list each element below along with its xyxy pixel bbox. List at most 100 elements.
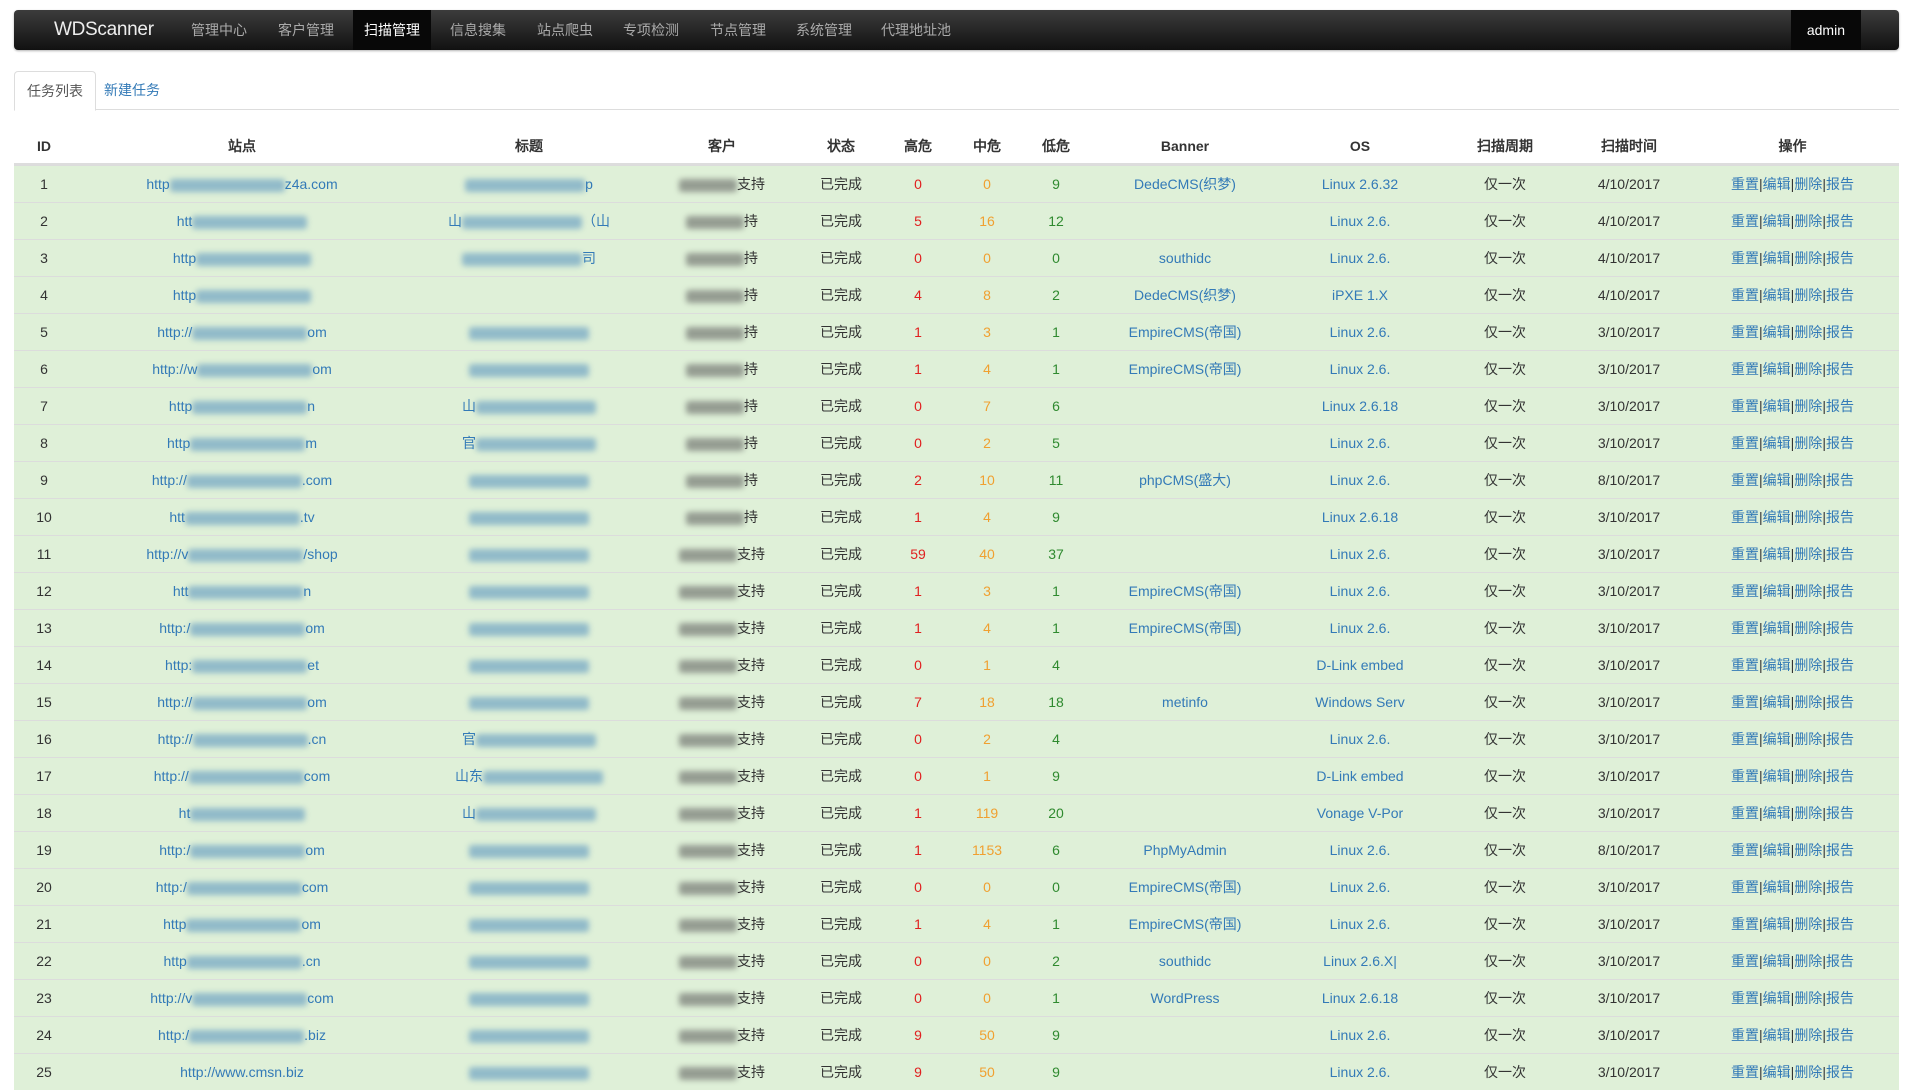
delete-link[interactable]: 删除	[1794, 250, 1822, 266]
delete-link[interactable]: 删除	[1794, 398, 1822, 414]
os-link[interactable]: Linux 2.6.18	[1322, 990, 1398, 1006]
reset-link[interactable]: 重置	[1731, 583, 1759, 599]
os-link[interactable]: Linux 2.6.	[1330, 1064, 1391, 1080]
reset-link[interactable]: 重置	[1731, 990, 1759, 1006]
delete-link[interactable]: 删除	[1794, 694, 1822, 710]
edit-link[interactable]: 编辑	[1763, 213, 1791, 229]
reset-link[interactable]: 重置	[1731, 657, 1759, 673]
banner-link[interactable]: EmpireCMS(帝国)	[1129, 361, 1242, 377]
delete-link[interactable]: 删除	[1794, 287, 1822, 303]
nav-item-6[interactable]: 专项检测	[612, 10, 690, 50]
site-link[interactable]: http:// om	[157, 324, 326, 340]
delete-link[interactable]: 删除	[1794, 472, 1822, 488]
delete-link[interactable]: 删除	[1794, 953, 1822, 969]
report-link[interactable]: 报告	[1826, 842, 1854, 858]
banner-link[interactable]: southidc	[1159, 250, 1211, 266]
os-link[interactable]: Linux 2.6.X|	[1323, 953, 1397, 969]
report-link[interactable]: 报告	[1826, 1064, 1854, 1080]
reset-link[interactable]: 重置	[1731, 1064, 1759, 1080]
report-link[interactable]: 报告	[1826, 620, 1854, 636]
nav-item-3[interactable]: 扫描管理	[353, 10, 431, 50]
site-link[interactable]: http n	[169, 398, 315, 414]
report-link[interactable]: 报告	[1826, 1027, 1854, 1043]
os-link[interactable]: Linux 2.6.	[1330, 731, 1391, 747]
site-link[interactable]: http:/ .biz	[158, 1027, 326, 1043]
reset-link[interactable]: 重置	[1731, 361, 1759, 377]
reset-link[interactable]: 重置	[1731, 509, 1759, 525]
site-link[interactable]: http	[173, 287, 312, 303]
banner-link[interactable]: EmpireCMS(帝国)	[1129, 620, 1242, 636]
nav-item-7[interactable]: 节点管理	[699, 10, 777, 50]
os-link[interactable]: Linux 2.6.	[1330, 842, 1391, 858]
reset-link[interactable]: 重置	[1731, 768, 1759, 784]
reset-link[interactable]: 重置	[1731, 435, 1759, 451]
reset-link[interactable]: 重置	[1731, 250, 1759, 266]
edit-link[interactable]: 编辑	[1763, 435, 1791, 451]
os-link[interactable]: Linux 2.6.32	[1322, 176, 1398, 192]
nav-item-8[interactable]: 系统管理	[785, 10, 863, 50]
report-link[interactable]: 报告	[1826, 250, 1854, 266]
banner-link[interactable]: EmpireCMS(帝国)	[1129, 879, 1242, 895]
delete-link[interactable]: 删除	[1794, 842, 1822, 858]
os-link[interactable]: Windows Serv	[1315, 694, 1404, 710]
report-link[interactable]: 报告	[1826, 768, 1854, 784]
os-link[interactable]: Linux 2.6.	[1330, 213, 1391, 229]
report-link[interactable]: 报告	[1826, 213, 1854, 229]
reset-link[interactable]: 重置	[1731, 805, 1759, 821]
edit-link[interactable]: 编辑	[1763, 1027, 1791, 1043]
report-link[interactable]: 报告	[1826, 176, 1854, 192]
site-link[interactable]: http://w om	[152, 361, 332, 377]
banner-link[interactable]: phpCMS(盛大)	[1139, 472, 1231, 488]
banner-link[interactable]: EmpireCMS(帝国)	[1129, 324, 1242, 340]
delete-link[interactable]: 删除	[1794, 916, 1822, 932]
report-link[interactable]: 报告	[1826, 990, 1854, 1006]
nav-item-2[interactable]: 客户管理	[267, 10, 345, 50]
edit-link[interactable]: 编辑	[1763, 1064, 1791, 1080]
edit-link[interactable]: 编辑	[1763, 842, 1791, 858]
banner-link[interactable]: PhpMyAdmin	[1143, 842, 1226, 858]
os-link[interactable]: Linux 2.6.	[1330, 879, 1391, 895]
site-link[interactable]: http://v com	[150, 990, 333, 1006]
delete-link[interactable]: 删除	[1794, 176, 1822, 192]
edit-link[interactable]: 编辑	[1763, 509, 1791, 525]
tab-new-task[interactable]: 新建任务	[92, 71, 172, 109]
delete-link[interactable]: 删除	[1794, 620, 1822, 636]
banner-link[interactable]: EmpireCMS(帝国)	[1129, 583, 1242, 599]
edit-link[interactable]: 编辑	[1763, 361, 1791, 377]
report-link[interactable]: 报告	[1826, 287, 1854, 303]
user-menu-admin[interactable]: admin	[1790, 10, 1861, 50]
edit-link[interactable]: 编辑	[1763, 805, 1791, 821]
banner-link[interactable]: southidc	[1159, 953, 1211, 969]
site-link[interactable]: http .cn	[163, 953, 320, 969]
reset-link[interactable]: 重置	[1731, 287, 1759, 303]
reset-link[interactable]: 重置	[1731, 1027, 1759, 1043]
os-link[interactable]: Linux 2.6.	[1330, 435, 1391, 451]
delete-link[interactable]: 删除	[1794, 731, 1822, 747]
site-link[interactable]: http:// com	[154, 768, 330, 784]
delete-link[interactable]: 删除	[1794, 990, 1822, 1006]
report-link[interactable]: 报告	[1826, 324, 1854, 340]
delete-link[interactable]: 删除	[1794, 546, 1822, 562]
reset-link[interactable]: 重置	[1731, 546, 1759, 562]
banner-link[interactable]: DedeCMS(织梦)	[1134, 287, 1236, 303]
os-link[interactable]: Linux 2.6.	[1330, 1027, 1391, 1043]
delete-link[interactable]: 删除	[1794, 768, 1822, 784]
banner-link[interactable]: WordPress	[1151, 990, 1220, 1006]
reset-link[interactable]: 重置	[1731, 472, 1759, 488]
site-link[interactable]: http om	[163, 916, 321, 932]
site-link[interactable]: http:/ om	[159, 620, 325, 636]
os-link[interactable]: Linux 2.6.18	[1322, 398, 1398, 414]
nav-item-9[interactable]: 代理地址池	[870, 10, 962, 50]
report-link[interactable]: 报告	[1826, 953, 1854, 969]
site-link[interactable]: http:// om	[157, 694, 326, 710]
delete-link[interactable]: 删除	[1794, 509, 1822, 525]
edit-link[interactable]: 编辑	[1763, 620, 1791, 636]
reset-link[interactable]: 重置	[1731, 324, 1759, 340]
os-link[interactable]: Linux 2.6.18	[1322, 509, 1398, 525]
os-link[interactable]: Linux 2.6.	[1330, 583, 1391, 599]
os-link[interactable]: Vonage V-Por	[1317, 805, 1403, 821]
reset-link[interactable]: 重置	[1731, 916, 1759, 932]
reset-link[interactable]: 重置	[1731, 879, 1759, 895]
report-link[interactable]: 报告	[1826, 509, 1854, 525]
site-link[interactable]: http: et	[165, 657, 319, 673]
